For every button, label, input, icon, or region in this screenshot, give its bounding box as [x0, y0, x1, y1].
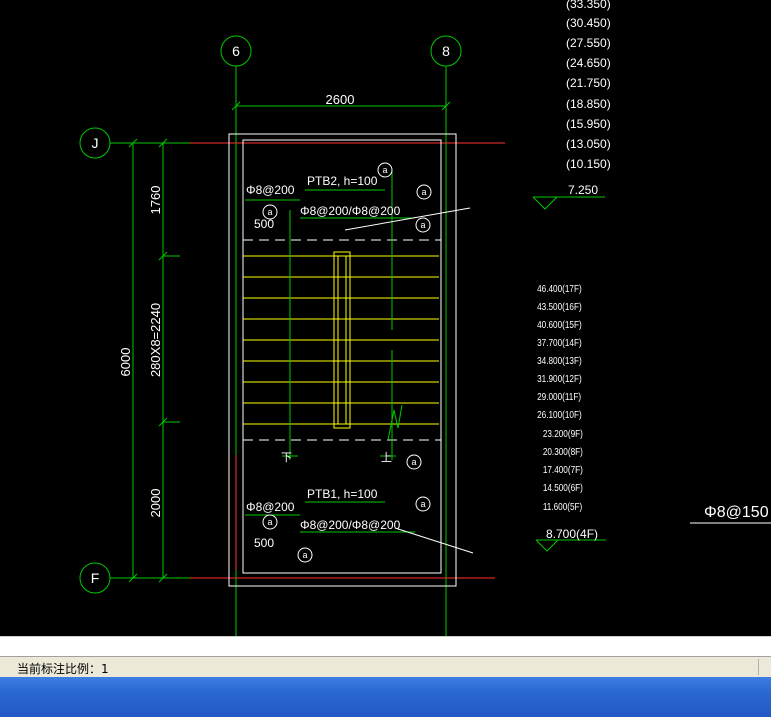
bubble-label: a	[420, 220, 425, 230]
svg-text:(21.750): (21.750)	[566, 76, 611, 90]
upper-slab-rebar-main: Φ8@200/Φ8@200	[300, 204, 401, 218]
svg-text:(24.650): (24.650)	[566, 56, 611, 70]
svg-text:J: J	[92, 135, 99, 151]
elevation-marker-top: 7.250	[532, 183, 605, 210]
down-mark: 下	[281, 452, 292, 464]
stair-treads	[243, 251, 439, 429]
svg-text:40.600(15F): 40.600(15F)	[537, 319, 582, 330]
svg-text:(33.350): (33.350)	[566, 0, 611, 11]
svg-text:43.500(16F): 43.500(16F)	[537, 301, 582, 312]
svg-text:8: 8	[442, 43, 450, 59]
svg-text:F: F	[91, 570, 100, 586]
svg-text:2600: 2600	[326, 92, 355, 107]
svg-text:(18.850): (18.850)	[566, 97, 611, 111]
svg-text:11.600(5F): 11.600(5F)	[543, 501, 582, 512]
upper-slab-name: PTB2, h=100	[307, 174, 378, 188]
bubble-label: a	[302, 550, 307, 560]
svg-text:(15.950): (15.950)	[566, 117, 611, 131]
horizontal-scroll-area[interactable]	[0, 636, 771, 657]
svg-text:8.700(4F): 8.700(4F)	[546, 527, 598, 541]
status-bar: 当前标注比例：1	[0, 656, 771, 677]
svg-text:14.500(6F): 14.500(6F)	[543, 482, 583, 493]
svg-text:(13.050): (13.050)	[566, 137, 611, 151]
leader-lines	[344, 207, 474, 554]
dim-upper: 1760	[148, 186, 163, 215]
axis-bubble-8: 8	[430, 35, 462, 67]
elevation-list-bottom: 46.400(17F) 43.500(16F) 40.600(15F) 37.7…	[537, 283, 583, 512]
svg-text:23.200(9F): 23.200(9F)	[543, 428, 583, 439]
bubble-label: a	[421, 187, 426, 197]
bubble-label: a	[382, 165, 387, 175]
svg-text:(10.150): (10.150)	[566, 157, 611, 171]
lower-slab-width: 500	[254, 536, 274, 550]
cad-drawing-canvas[interactable]: 6 8 J F 2600 6000 1760 280X8=2240 2000 P…	[0, 0, 771, 636]
dim-lower: 2000	[148, 489, 163, 518]
top-dimension: 2600	[231, 92, 451, 111]
resize-grip[interactable]	[758, 659, 769, 675]
scale-label: 当前标注比例：1	[17, 662, 109, 676]
upper-slab-rebar-left: Φ8@200	[246, 183, 295, 197]
svg-text:34.800(13F): 34.800(13F)	[537, 355, 582, 366]
axis-bubble-f: F	[79, 562, 111, 594]
svg-text:29.000(11F): 29.000(11F)	[537, 391, 581, 402]
dim-total: 6000	[118, 348, 133, 377]
svg-text:7.250: 7.250	[568, 183, 598, 197]
bubble-label: a	[267, 207, 272, 217]
axis-bubble-j: J	[79, 127, 111, 159]
svg-text:17.400(7F): 17.400(7F)	[543, 464, 583, 475]
rebar-note: Φ8@150	[690, 504, 771, 524]
elevation-list-top: (33.350) (30.450) (27.550) (24.650) (21.…	[566, 0, 611, 171]
axis-bubble-6: 6	[220, 35, 252, 67]
svg-text:(27.550): (27.550)	[566, 36, 611, 50]
svg-text:Φ8@150: Φ8@150	[704, 504, 769, 521]
svg-text:37.700(14F): 37.700(14F)	[537, 337, 582, 348]
bubble-label: a	[411, 457, 416, 467]
up-mark: 上	[381, 451, 392, 464]
svg-text:46.400(17F): 46.400(17F)	[537, 283, 582, 294]
svg-text:26.100(10F): 26.100(10F)	[537, 409, 582, 420]
lower-slab-rebar-left: Φ8@200	[246, 500, 295, 514]
elevation-marker-bottom: 8.700(4F)	[535, 527, 606, 552]
lower-slab-rebar-main: Φ8@200/Φ8@200	[300, 518, 401, 532]
svg-text:31.900(12F): 31.900(12F)	[537, 373, 582, 384]
lower-slab-name: PTB1, h=100	[307, 487, 378, 501]
svg-text:(30.450): (30.450)	[566, 16, 611, 30]
taskbar[interactable]	[0, 677, 771, 717]
bubble-label: a	[420, 499, 425, 509]
dim-middle: 280X8=2240	[148, 303, 163, 377]
bubble-label: a	[267, 517, 272, 527]
svg-text:6: 6	[232, 43, 240, 59]
svg-text:20.300(8F): 20.300(8F)	[543, 446, 583, 457]
